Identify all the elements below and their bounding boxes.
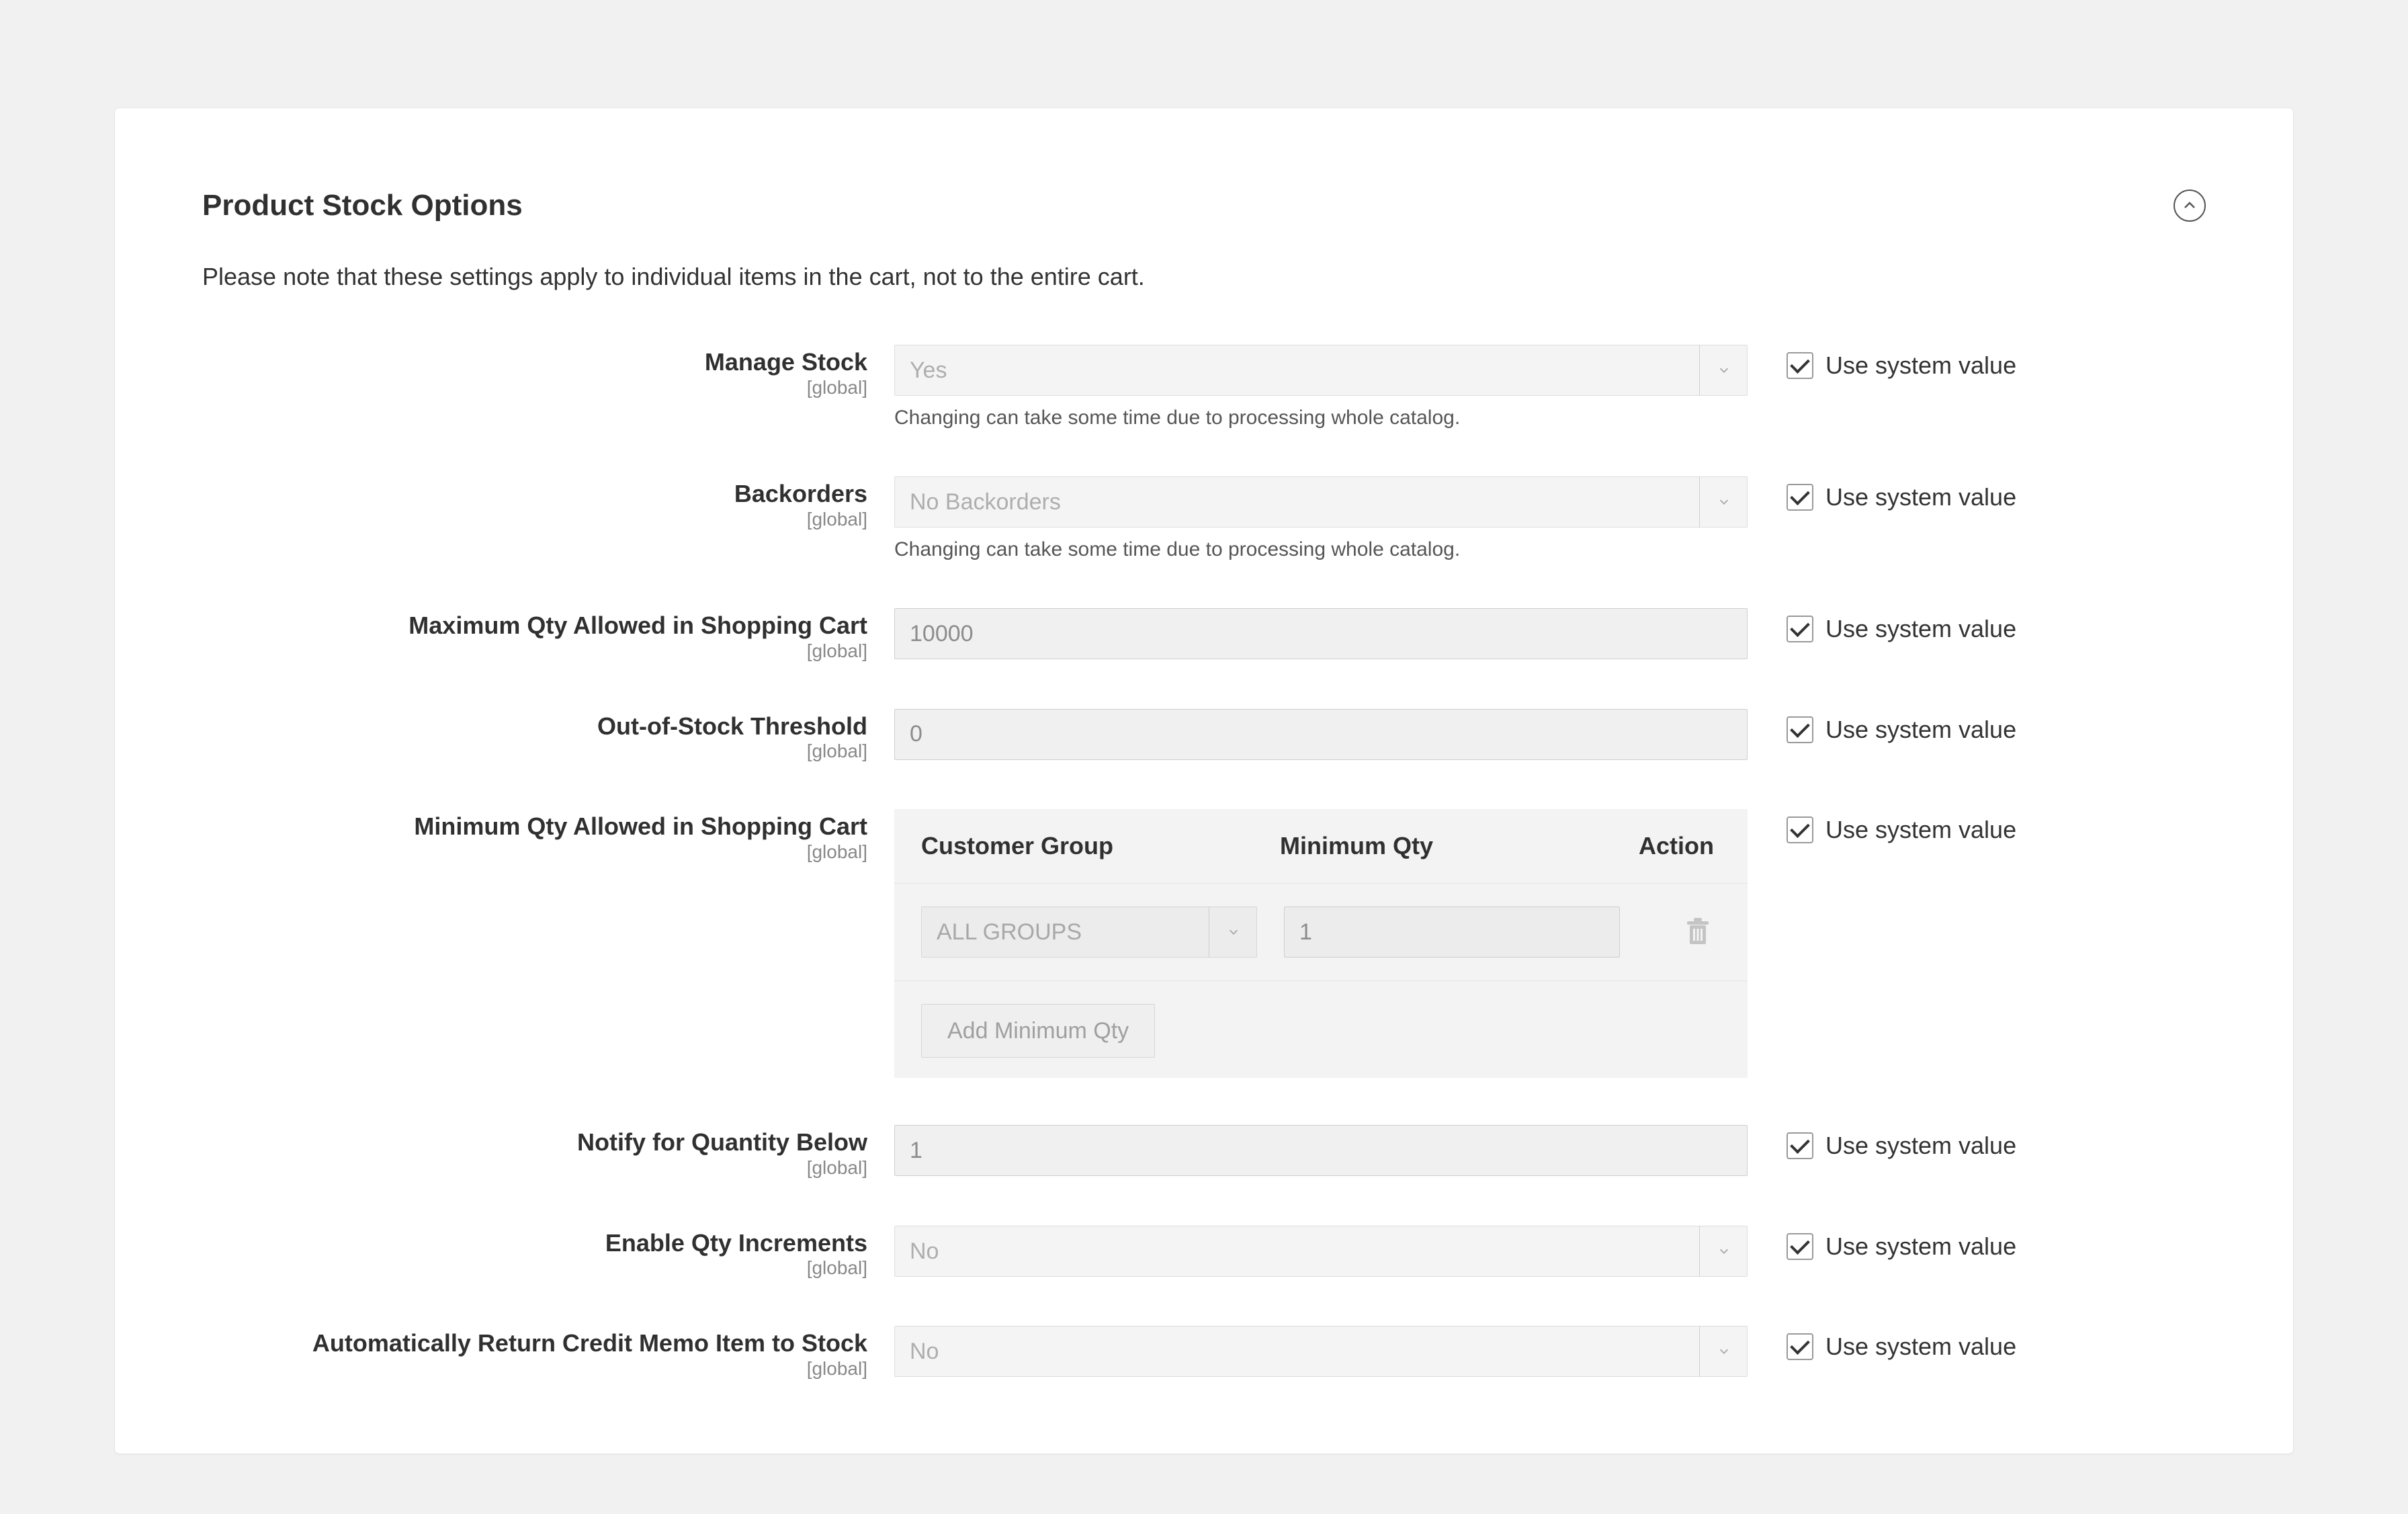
manage-stock-select[interactable]: Yes <box>894 345 1748 396</box>
field-oos-threshold: Out-of-Stock Threshold [global] Use syst… <box>202 709 2206 763</box>
use-system-value-checkbox[interactable] <box>1787 1333 1813 1360</box>
manage-stock-label: Manage Stock <box>202 349 867 376</box>
field-min-qty: Minimum Qty Allowed in Shopping Cart [gl… <box>202 809 2206 1078</box>
min-qty-row: ALL GROUPS <box>894 884 1748 981</box>
scope-label: [global] <box>202 1358 867 1380</box>
chevron-up-icon <box>2183 199 2196 212</box>
use-system-value-label: Use system value <box>1825 1333 2016 1361</box>
oos-threshold-input[interactable] <box>894 709 1748 760</box>
add-minimum-qty-button[interactable]: Add Minimum Qty <box>921 1004 1155 1058</box>
scope-label: [global] <box>202 841 867 863</box>
section-title: Product Stock Options <box>202 189 523 222</box>
product-stock-options-panel: Product Stock Options Please note that t… <box>114 108 2294 1454</box>
use-system-value-checkbox[interactable] <box>1787 716 1813 743</box>
trash-icon <box>1684 917 1711 947</box>
field-notify-below: Notify for Quantity Below [global] Use s… <box>202 1125 2206 1179</box>
qty-increments-select[interactable]: No <box>894 1226 1748 1277</box>
scope-label: [global] <box>202 1157 867 1179</box>
use-system-value-checkbox[interactable] <box>1787 484 1813 511</box>
min-qty-label: Minimum Qty Allowed in Shopping Cart <box>202 813 867 840</box>
min-qty-header-group: Customer Group <box>921 832 1253 860</box>
chevron-down-icon <box>1209 907 1257 958</box>
customer-group-select[interactable]: ALL GROUPS <box>921 907 1257 958</box>
field-max-qty: Maximum Qty Allowed in Shopping Cart [gl… <box>202 608 2206 662</box>
auto-return-select[interactable]: No <box>894 1326 1748 1377</box>
use-system-value-checkbox[interactable] <box>1787 352 1813 379</box>
section-note: Please note that these settings apply to… <box>202 263 2206 291</box>
collapse-toggle[interactable] <box>2174 190 2206 222</box>
max-qty-label: Maximum Qty Allowed in Shopping Cart <box>202 612 867 639</box>
delete-row-button[interactable] <box>1679 913 1717 951</box>
chevron-down-icon <box>1699 476 1748 528</box>
section-header: Product Stock Options <box>202 189 2206 222</box>
field-qty-increments: Enable Qty Increments [global] No Use sy… <box>202 1226 2206 1279</box>
scope-label: [global] <box>202 1257 867 1279</box>
use-system-value-label: Use system value <box>1825 716 2016 744</box>
notify-below-label: Notify for Quantity Below <box>202 1129 867 1156</box>
field-backorders: Backorders [global] No Backorders Changi… <box>202 476 2206 561</box>
field-manage-stock: Manage Stock [global] Yes Changing can t… <box>202 345 2206 429</box>
min-qty-header-action: Action <box>1639 832 1721 860</box>
backorders-help: Changing can take some time due to proce… <box>894 538 1748 561</box>
scope-label: [global] <box>202 640 867 662</box>
use-system-value-label: Use system value <box>1825 1232 2016 1261</box>
use-system-value-label: Use system value <box>1825 615 2016 643</box>
use-system-value-label: Use system value <box>1825 351 2016 380</box>
use-system-value-checkbox[interactable] <box>1787 816 1813 843</box>
backorders-label: Backorders <box>202 480 867 507</box>
notify-below-input[interactable] <box>894 1125 1748 1176</box>
use-system-value-checkbox[interactable] <box>1787 1132 1813 1159</box>
scope-label: [global] <box>202 377 867 398</box>
max-qty-input[interactable] <box>894 608 1748 659</box>
scope-label: [global] <box>202 741 867 762</box>
chevron-down-icon <box>1699 1226 1748 1277</box>
scope-label: [global] <box>202 509 867 530</box>
backorders-select[interactable]: No Backorders <box>894 476 1748 528</box>
chevron-down-icon <box>1699 345 1748 396</box>
min-qty-table: Customer Group Minimum Qty Action ALL GR… <box>894 809 1748 1078</box>
manage-stock-help: Changing can take some time due to proce… <box>894 407 1748 429</box>
use-system-value-label: Use system value <box>1825 1132 2016 1160</box>
auto-return-label: Automatically Return Credit Memo Item to… <box>202 1330 867 1357</box>
chevron-down-icon <box>1699 1326 1748 1377</box>
field-auto-return: Automatically Return Credit Memo Item to… <box>202 1326 2206 1380</box>
use-system-value-label: Use system value <box>1825 483 2016 511</box>
use-system-value-checkbox[interactable] <box>1787 616 1813 642</box>
min-qty-value-input[interactable] <box>1284 907 1620 958</box>
use-system-value-label: Use system value <box>1825 816 2016 844</box>
oos-threshold-label: Out-of-Stock Threshold <box>202 713 867 740</box>
min-qty-header-qty: Minimum Qty <box>1280 832 1612 860</box>
use-system-value-checkbox[interactable] <box>1787 1233 1813 1260</box>
qty-increments-label: Enable Qty Increments <box>202 1230 867 1257</box>
